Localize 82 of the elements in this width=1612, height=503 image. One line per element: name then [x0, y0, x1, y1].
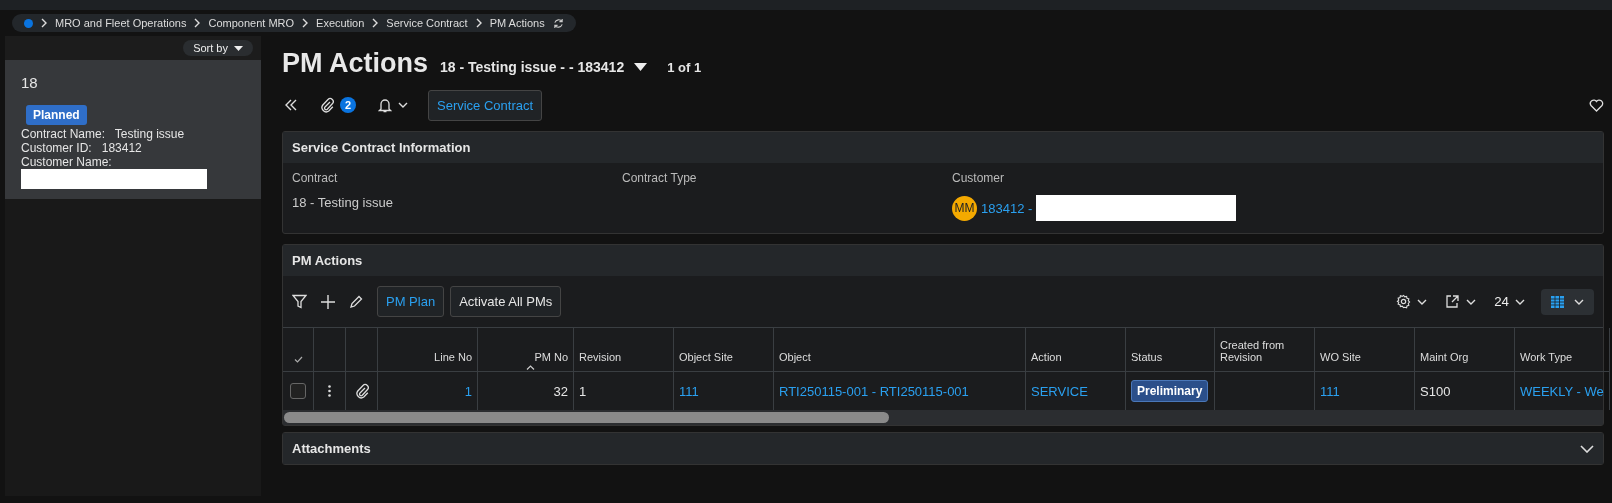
page-title: PM Actions [282, 48, 428, 79]
panel-title: Service Contract Information [292, 140, 471, 155]
chevron-right-icon [475, 18, 482, 28]
status-badge: Planned [26, 105, 87, 125]
home-icon[interactable] [24, 18, 33, 28]
breadcrumb-link[interactable]: MRO and Fleet Operations [55, 17, 187, 29]
grid-icon [1551, 295, 1564, 308]
table-link[interactable]: 1 [464, 383, 472, 399]
more-icon[interactable] [328, 385, 331, 397]
toolbar-button[interactable]: PM Plan [377, 286, 445, 317]
column-header[interactable]: Line No [434, 351, 472, 363]
field-label: Contract Type [622, 171, 698, 185]
status-badge: Preliminary [1131, 380, 1209, 402]
chevron-down-icon [1466, 298, 1477, 305]
column-header[interactable]: Status [1131, 351, 1163, 363]
table-link[interactable]: WEEKLY - We [1520, 383, 1604, 399]
panel-title: PM Actions [292, 253, 363, 268]
customer-link[interactable]: 183412 - [981, 200, 1033, 216]
avatar: MM [952, 195, 977, 221]
double-chevron-left-icon [284, 99, 298, 111]
column-header[interactable]: Work Type [1520, 351, 1573, 363]
column-header[interactable]: Revision [579, 351, 622, 363]
table-link[interactable]: SERVICE [1031, 383, 1088, 399]
dropdown-caret-icon[interactable] [634, 63, 648, 71]
card-field: Customer ID: 183412 [21, 141, 245, 155]
paperclip-icon [354, 383, 369, 399]
breadcrumb-link[interactable]: Component MRO [208, 17, 295, 29]
table-link[interactable]: RTI250115-001 - RTI250115-001 [779, 383, 969, 399]
breadcrumb-link[interactable]: PM Actions [489, 17, 545, 29]
caret-down-icon [234, 45, 243, 51]
chevron-right-icon [302, 18, 309, 28]
column-header[interactable]: PM No [534, 351, 568, 363]
page-size-button[interactable]: 24 [1492, 292, 1527, 311]
heart-icon[interactable] [1589, 98, 1604, 112]
chevron-down-icon [398, 102, 408, 108]
record-card[interactable]: 18 Planned Contract Name: Testing issue Customer ID: 183412 Customer Name: [5, 60, 261, 199]
table-cell: S100 [1420, 383, 1451, 399]
select-all-icon[interactable] [293, 356, 303, 363]
bell-icon [378, 97, 392, 113]
chevron-down-icon [1417, 298, 1428, 305]
table-link[interactable]: 111 [1320, 383, 1340, 399]
edit-icon[interactable] [349, 294, 363, 309]
breadcrumb-link[interactable]: Execution [316, 17, 365, 29]
attachments-button[interactable]: 2 [318, 95, 358, 115]
record-selector[interactable]: 18 - Testing issue - - 183412 [440, 59, 625, 75]
scrollbar-thumb[interactable] [284, 412, 889, 423]
column-header[interactable]: Maint Org [1420, 351, 1469, 363]
sort-button[interactable]: Sort by [183, 40, 253, 56]
field-label: Contract [292, 171, 339, 185]
chevron-right-icon [194, 18, 201, 28]
column-header[interactable]: Created from Revision [1220, 339, 1309, 363]
count-badge: 2 [340, 97, 356, 113]
card-title: 18 [21, 74, 38, 91]
panel-title: Attachments [292, 441, 371, 456]
filter-icon[interactable] [292, 294, 307, 309]
card-field: Contract Name: Testing issue [21, 127, 245, 141]
chevron-down-icon[interactable] [1580, 444, 1594, 453]
chevron-right-icon [372, 18, 379, 28]
table-link[interactable]: 111 [679, 383, 699, 399]
column-header[interactable]: WO Site [1320, 351, 1361, 363]
table-cell: 32 [553, 383, 568, 399]
table-cell: 1 [579, 383, 587, 399]
card-field: Customer Name: [21, 155, 245, 169]
chevron-down-icon [1574, 298, 1584, 305]
paperclip-icon [320, 97, 334, 113]
export-icon [1445, 294, 1461, 309]
add-icon[interactable] [321, 294, 335, 309]
row-checkbox[interactable] [290, 383, 306, 399]
column-header[interactable]: Object [779, 351, 811, 363]
column-header[interactable]: Object Site [679, 351, 733, 363]
field-label: Customer [952, 171, 1005, 185]
settings-icon [1396, 294, 1412, 309]
grid-view-button[interactable] [1541, 288, 1594, 315]
refresh-icon[interactable] [552, 17, 564, 29]
service-contract-button[interactable]: Service Contract [428, 89, 543, 121]
toolbar-button[interactable]: Activate All PMs [450, 286, 562, 317]
breadcrumb-link[interactable]: Service Contract [386, 17, 468, 29]
column-header[interactable]: Action [1031, 351, 1062, 363]
chevron-down-icon [1515, 298, 1525, 305]
record-counter: 1 of 1 [667, 60, 702, 75]
field-value: 18 - Testing issue [292, 195, 393, 210]
chevron-right-icon [41, 18, 47, 28]
